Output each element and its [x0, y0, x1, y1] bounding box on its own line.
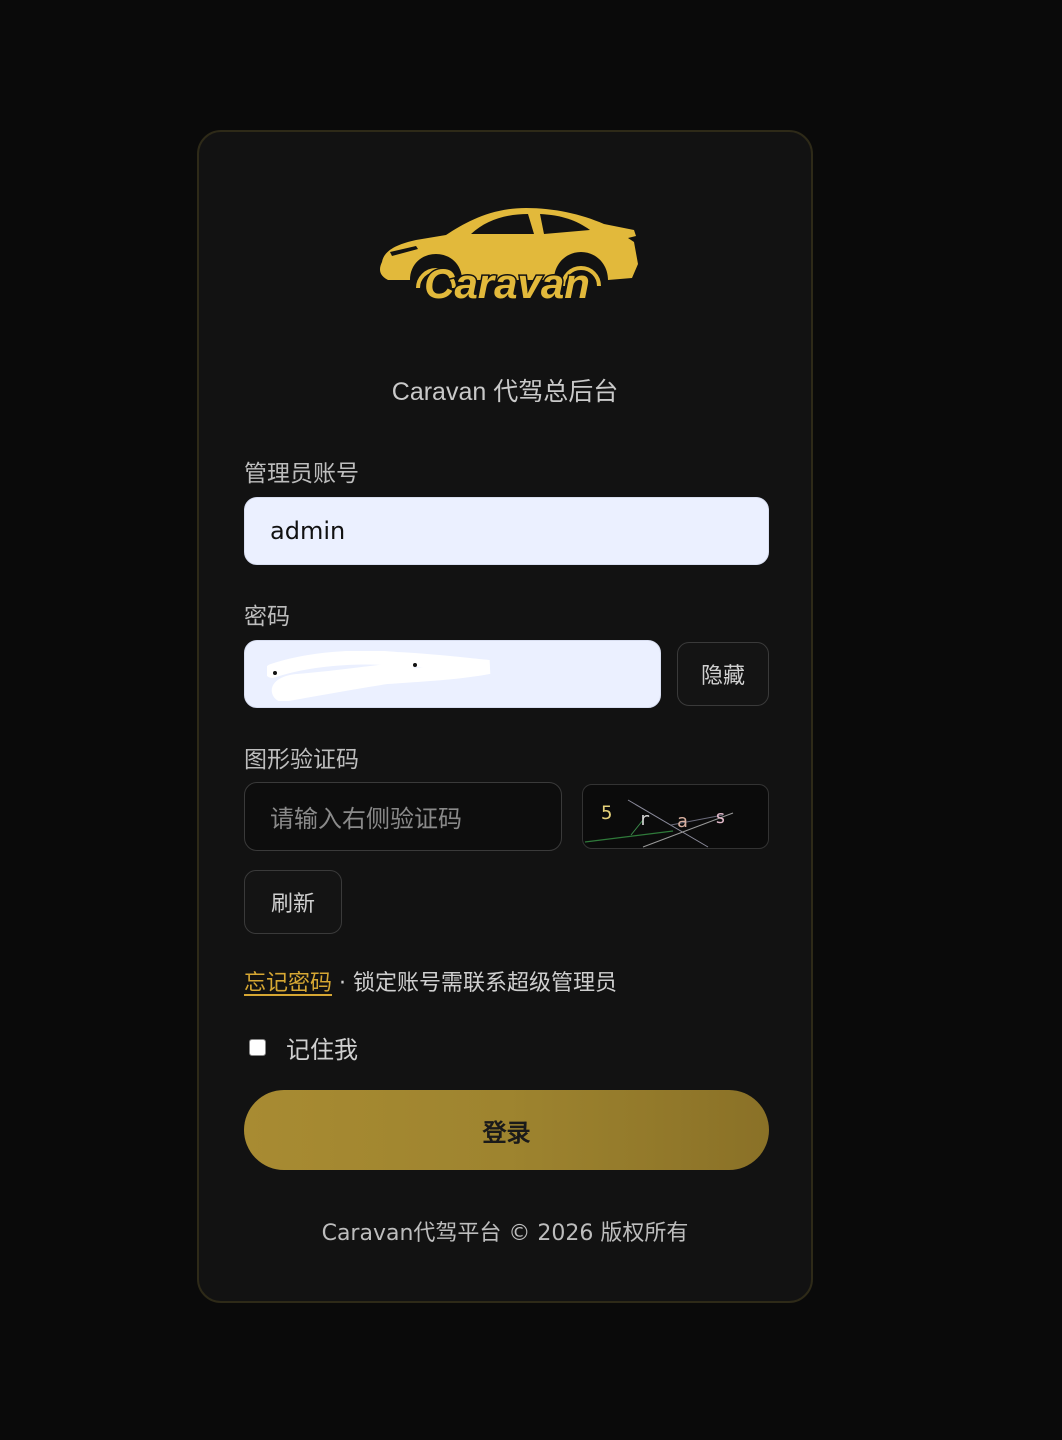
captcha-char-4: s — [715, 807, 726, 828]
remember-me-checkbox[interactable] — [249, 1039, 266, 1056]
remember-me-label: 记住我 — [286, 1036, 358, 1064]
captcha-refresh-button[interactable]: 刷新 — [244, 870, 342, 934]
page-subtitle: Caravan 代驾总后台 — [391, 378, 619, 406]
logo-text: Caravan — [424, 260, 590, 306]
login-button[interactable]: 登录 — [244, 1090, 769, 1170]
password-label: 密码 — [244, 604, 290, 630]
captcha-placeholder: 请输入右侧验证码 — [270, 805, 462, 833]
forgot-note: 锁定账号需联系超级管理员 — [353, 971, 618, 996]
remember-me[interactable]: 记住我 — [249, 1030, 358, 1065]
forgot-separator: · — [332, 971, 353, 996]
password-redaction — [267, 651, 491, 701]
forgot-password-row: 忘记密码 · 锁定账号需联系超级管理员 — [244, 965, 617, 997]
captcha-char-1: 5 — [601, 802, 612, 824]
captcha-image[interactable]: 5 r a s — [582, 784, 769, 849]
captcha-char-2: r — [639, 809, 650, 830]
footer-copyright: Caravan代驾平台 © 2026 版权所有 — [321, 1221, 689, 1246]
login-card: Caravan Caravan 代驾总后台 管理员账号 admin 密码 隐藏 … — [197, 130, 813, 1303]
account-label: 管理员账号 — [244, 461, 359, 487]
password-input[interactable] — [244, 640, 661, 708]
captcha-input[interactable]: 请输入右侧验证码 — [244, 782, 562, 851]
captcha-char-3: a — [677, 811, 688, 832]
caravan-logo: Caravan — [376, 202, 638, 306]
account-input[interactable]: admin — [244, 497, 769, 565]
account-input-value: admin — [270, 517, 346, 545]
password-visibility-toggle[interactable]: 隐藏 — [677, 642, 769, 706]
captcha-label: 图形验证码 — [244, 747, 359, 773]
forgot-password-link[interactable]: 忘记密码 — [244, 971, 332, 996]
